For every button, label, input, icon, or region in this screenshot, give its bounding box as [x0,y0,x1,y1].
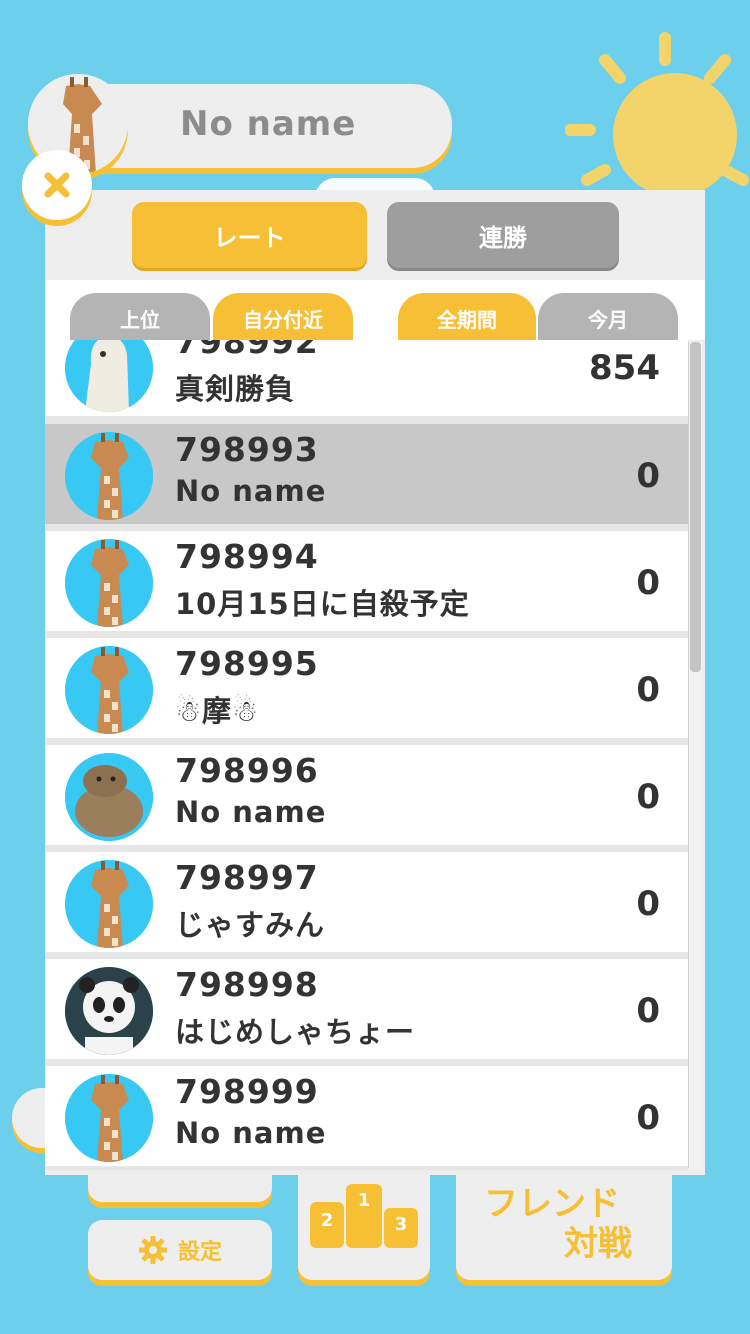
player-name: No name [175,1116,327,1150]
giraffe-icon [65,1074,153,1162]
score: 0 [636,563,660,603]
player-name: No name [175,474,327,508]
rank-id: 798993 [175,430,319,469]
ranking-row[interactable]: 798997 じゃすみん 0 [45,852,688,952]
ranking-panel: レート 連勝 上位 自分付近 全期間 今月 798992 真剣勝負 854 79… [45,190,705,1175]
player-name: 10月15日に自殺予定 [175,587,470,621]
giraffe-avatar-icon [65,432,153,520]
friend-battle-label-2: 対戦 [564,1224,632,1264]
giraffe-icon [65,646,153,734]
ranking-row[interactable]: 798995 ☃摩☃ 0 [45,638,688,738]
player-name: じゃすみん [175,908,326,942]
ranking-row[interactable]: 798994 10月15日に自殺予定 0 [45,531,688,631]
tab-streak[interactable]: 連勝 [387,202,619,268]
score: 0 [636,456,660,496]
ranking-row[interactable]: 798996 No name 0 [45,745,688,845]
giraffe-avatar-icon [65,860,153,948]
subtab-near-self[interactable]: 自分付近 [213,293,353,343]
score: 0 [636,777,660,817]
ranking-row[interactable]: 798999 No name 0 [45,1066,688,1166]
alpaca-avatar-icon [65,340,153,412]
giraffe-avatar-icon [65,1074,153,1162]
score: 0 [636,991,660,1031]
score: 0 [636,670,660,710]
giraffe-icon [65,539,153,627]
rank-id: 798998 [175,965,319,1004]
podium-label-1: 1 [358,1190,371,1211]
rank-id: 798999 [175,1072,319,1111]
score: 854 [589,348,660,388]
player-name: ☃摩☃ [175,694,259,728]
giraffe-avatar-icon [65,539,153,627]
scrollbar-thumb[interactable] [690,342,701,672]
score: 0 [636,1098,660,1138]
rank-id: 798994 [175,537,319,576]
player-name: 真剣勝負 [175,372,296,406]
score: 0 [636,884,660,924]
close-button[interactable] [22,150,92,220]
tab-rate[interactable]: レート [132,202,367,268]
player-name: No name [175,795,327,829]
subtab-this-month[interactable]: 今月 [538,293,678,343]
profile-name: No name [180,104,357,144]
ranking-row[interactable]: 798998 はじめしゃちょー 0 [45,959,688,1059]
player-name: はじめしゃちょー [175,1015,416,1049]
gear-icon [138,1236,167,1264]
panda-avatar-icon [65,967,153,1055]
rank-id: 798997 [175,858,319,897]
rank-id: 798996 [175,751,319,790]
subtab-top[interactable]: 上位 [70,293,210,343]
podium-label-3: 3 [395,1214,408,1235]
close-icon [44,172,70,198]
capybara-avatar-icon [65,753,153,841]
giraffe-avatar-icon [65,646,153,734]
ranking-row-self[interactable]: 798993 No name 0 [45,424,688,524]
rank-id: 798992 [175,340,319,361]
panda-icon [65,967,153,1055]
capybara-icon [65,753,153,841]
subtab-all-time[interactable]: 全期間 [398,293,536,343]
settings-label: 設定 [177,1240,222,1265]
podium-label-2: 2 [321,1210,334,1231]
alpaca-icon [65,340,153,412]
ranking-list[interactable]: 798992 真剣勝負 854 798993 No name 0 798994 … [45,340,688,1170]
ranking-row[interactable]: 798992 真剣勝負 854 [45,340,688,416]
giraffe-icon [65,432,153,520]
rank-id: 798995 [175,644,319,683]
giraffe-icon [65,860,153,948]
settings-button[interactable]: 設定 [88,1220,272,1280]
